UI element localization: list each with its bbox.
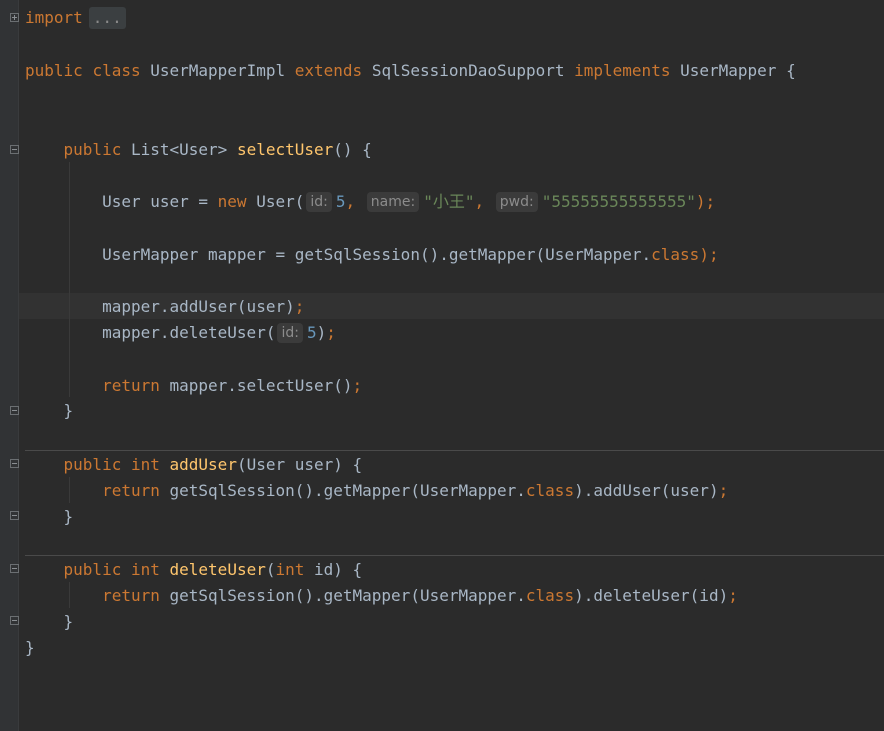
editor-gutter — [0, 0, 19, 731]
code-line-delete-user-signature[interactable]: public int deleteUser(int id) { — [25, 557, 363, 583]
param-hint-pwd: pwd: — [495, 192, 538, 212]
code-line-add-user-call[interactable]: mapper.addUser(user); — [25, 294, 304, 320]
code-line-close-brace[interactable]: } — [25, 398, 74, 424]
code-line-add-user-signature[interactable]: public int addUser(User user) { — [25, 452, 363, 478]
code-line-delete-user-call[interactable]: mapper.deleteUser(id: 5); — [25, 320, 336, 346]
code-line-close-brace[interactable]: } — [25, 504, 74, 530]
code-line-new-user[interactable]: User user = new User(id: 5, name: "小王", pw… — [25, 189, 715, 215]
method-separator — [25, 450, 884, 451]
fold-collapse-icon[interactable] — [10, 145, 19, 154]
fold-collapse-icon[interactable] — [10, 616, 19, 625]
code-line-get-mapper[interactable]: UserMapper mapper = getSqlSession().getM… — [25, 242, 719, 268]
fold-collapse-icon[interactable] — [10, 406, 19, 415]
code-line-import[interactable]: import... — [25, 5, 126, 31]
code-line-delete-user-return[interactable]: return getSqlSession().getMapper(UserMap… — [25, 583, 738, 609]
collapsed-imports[interactable]: ... — [88, 7, 126, 29]
code-line-class-close-brace[interactable]: } — [25, 635, 35, 661]
param-hint-name: name: — [366, 192, 420, 212]
code-line-return-select[interactable]: return mapper.selectUser(); — [25, 373, 362, 399]
fold-collapse-icon[interactable] — [10, 459, 19, 468]
param-hint-id: id: — [277, 323, 303, 343]
fold-expand-icon[interactable] — [10, 13, 19, 22]
code-line-select-user-signature[interactable]: public List<User> selectUser() { — [25, 137, 372, 163]
code-line-class-declaration[interactable]: public class UserMapperImpl extends SqlS… — [25, 58, 796, 84]
param-hint-id: id: — [306, 192, 332, 212]
code-line-add-user-return[interactable]: return getSqlSession().getMapper(UserMap… — [25, 478, 728, 504]
code-editor[interactable]: import... public class UserMapperImpl ex… — [19, 0, 884, 731]
fold-collapse-icon[interactable] — [10, 564, 19, 573]
fold-collapse-icon[interactable] — [10, 511, 19, 520]
method-separator — [25, 555, 884, 556]
code-line-close-brace[interactable]: } — [25, 609, 74, 635]
